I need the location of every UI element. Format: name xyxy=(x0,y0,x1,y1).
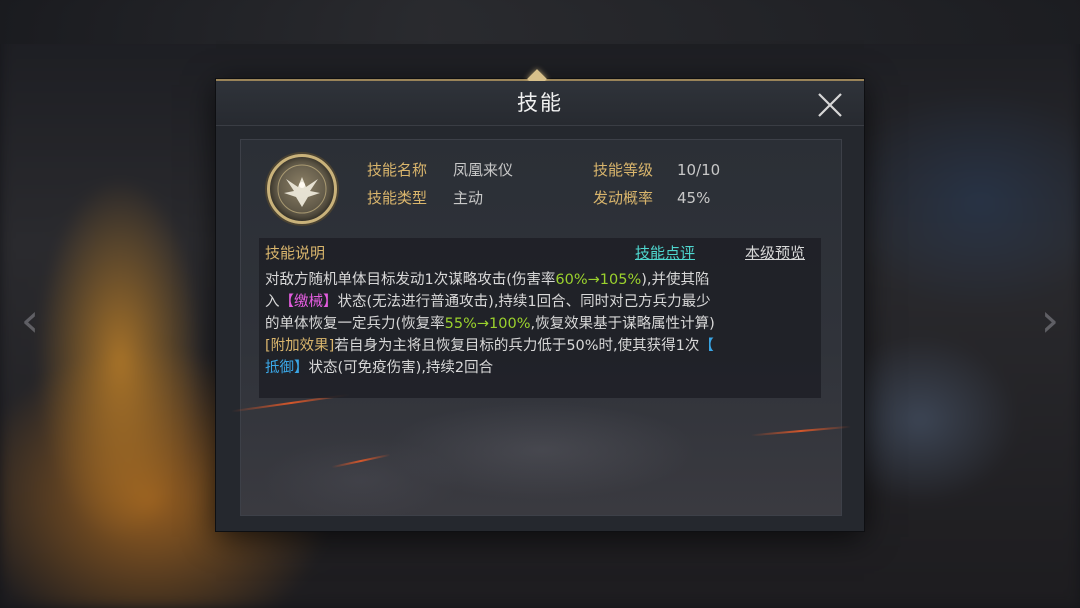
skill-level-value: 10/10 xyxy=(677,161,721,179)
desc-text: 的单体恢复一定兵力(恢复率 xyxy=(265,316,445,332)
desc-text: ,恢复效果基于谋略属性计算) xyxy=(530,316,715,332)
background-top-bar xyxy=(0,0,1080,44)
desc-text: 若自身为主将且恢复目标的兵力低于50%时,使其获得1次 xyxy=(334,338,700,354)
background-prev-arrow-icon: ‹ xyxy=(20,293,40,347)
dialog-title: 技能 xyxy=(517,91,563,115)
level-preview-link[interactable]: 本级预览 xyxy=(745,242,805,264)
close-icon xyxy=(818,93,842,117)
disarm-status-tag: 【缴械】 xyxy=(279,294,338,310)
desc-text: ),并使其陷 xyxy=(641,272,710,288)
desc-text: 入 xyxy=(265,294,280,310)
skill-description-box: 技能说明 技能点评 本级预览 对敌方随机单体目标发动1次谋略攻击(伤害率60%→… xyxy=(259,238,821,398)
description-line: 对敌方随机单体目标发动1次谋略攻击(伤害率60%→105%),并使其陷 xyxy=(265,269,815,291)
description-title: 技能说明 xyxy=(265,244,326,262)
skill-type-label: 技能类型 xyxy=(367,189,428,207)
skill-review-link[interactable]: 技能点评 xyxy=(635,242,695,264)
description-line: 入【缴械】状态(无法进行普通攻击),持续1回合、同时对己方兵力最少 xyxy=(265,291,815,313)
damage-rate-value: 60%→105% xyxy=(555,272,642,288)
skill-level-label: 技能等级 xyxy=(593,161,654,179)
recovery-rate-value: 55%→100% xyxy=(444,316,531,332)
desc-text: 状态(可免疫伤害),持续2回合 xyxy=(308,360,494,376)
description-text: 对敌方随机单体目标发动1次谋略攻击(伤害率60%→105%),并使其陷 入【缴械… xyxy=(265,269,815,379)
resist-status-tag: 【 xyxy=(699,338,714,354)
extra-effect-tag: [附加效果] xyxy=(265,338,335,354)
background-next-arrow-icon: › xyxy=(1040,293,1060,347)
description-line: [附加效果]若自身为主将且恢复目标的兵力低于50%时,使其获得1次【 xyxy=(265,335,815,357)
skill-type-value: 主动 xyxy=(453,189,484,207)
desc-text: 对敌方随机单体目标发动1次谋略攻击(伤害率 xyxy=(265,272,556,288)
smoke-decoration xyxy=(241,390,841,515)
close-button[interactable] xyxy=(812,87,848,123)
phoenix-icon xyxy=(267,154,337,224)
trigger-rate-value: 45% xyxy=(677,189,711,207)
skill-name-value: 凤凰来仪 xyxy=(453,161,514,179)
skill-name-label: 技能名称 xyxy=(367,161,428,179)
description-line: 抵御】状态(可免疫伤害),持续2回合 xyxy=(265,357,815,379)
desc-text: 状态(无法进行普通攻击),持续1回合、同时对己方兵力最少 xyxy=(337,294,711,310)
skill-dialog: 技能 技能名称 凤凰来仪 技能等级 10/10 技能类型 主动 发动概率 45% xyxy=(216,69,864,531)
description-line: 的单体恢复一定兵力(恢复率55%→100%,恢复效果基于谋略属性计算) xyxy=(265,313,815,335)
dialog-header: 技能 xyxy=(216,81,864,126)
trigger-rate-label: 发动概率 xyxy=(593,189,654,207)
skill-panel: 技能名称 凤凰来仪 技能等级 10/10 技能类型 主动 发动概率 45% 技能… xyxy=(231,139,851,516)
resist-status-tag: 抵御】 xyxy=(265,360,309,376)
